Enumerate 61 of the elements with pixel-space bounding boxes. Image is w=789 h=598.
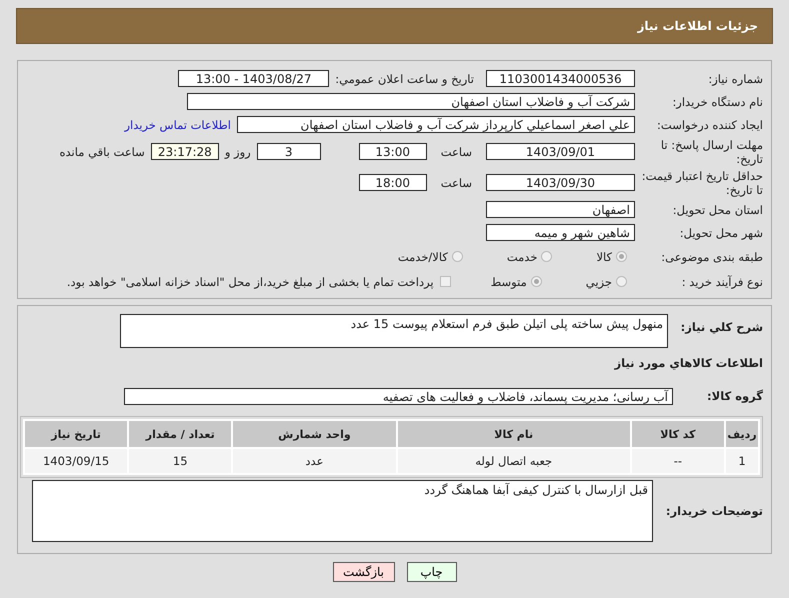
radio-button[interactable]	[452, 251, 463, 262]
table-cell: عدد	[232, 448, 397, 474]
input-field[interactable]: 1403/09/01	[486, 143, 635, 160]
option-label: متوسط	[490, 274, 527, 288]
radio-button[interactable]	[616, 276, 627, 287]
input-field[interactable]: 1103001434000536	[486, 70, 635, 87]
field-label: ساعت	[440, 144, 472, 158]
input-field[interactable]: 3	[256, 143, 321, 160]
column-header: نام کالا	[396, 420, 631, 448]
option-label: کالا/خدمت	[398, 250, 448, 264]
column-header: ردیف	[724, 420, 759, 448]
input-field[interactable]: 13:00	[358, 143, 427, 160]
field-label: گروه کالا:	[706, 389, 763, 403]
field-label: ساعت باقي مانده	[60, 144, 145, 158]
radio-button[interactable]	[616, 251, 627, 262]
field-label: روز و	[224, 144, 251, 158]
input-field[interactable]: آب رسانی؛ مدیریت پسماند، فاضلاب و فعالیت های تصفیه	[124, 388, 673, 404]
table-cell: 1403/09/15	[24, 448, 128, 474]
field-label: ساعت	[440, 176, 472, 190]
input-field[interactable]: 1403/08/27 - 13:00	[178, 70, 330, 87]
field-label: نوع فرآیند خرید :	[680, 274, 763, 288]
table-cell: --	[630, 448, 725, 474]
field-label: استان محل تحویل:	[672, 202, 763, 216]
option-label: جزیي	[586, 274, 612, 288]
field-label: حداقل تاریخ اعتبار قیمت: تا تاریخ:	[640, 168, 763, 196]
field-label: شماره نیاز:	[707, 72, 763, 86]
field-label: نام دستگاه خریدار:	[671, 94, 763, 108]
field-label: توضیحات خریدار:	[664, 504, 763, 518]
input-field[interactable]: اصفهان	[486, 201, 635, 218]
input-field[interactable]: 1403/09/30	[486, 174, 635, 191]
field-label: پرداخت تمام یا بخشی از مبلغ خرید،از محل "اسناد خزانه اسلامی" خواهد بود.	[66, 274, 434, 288]
column-header: کد کالا	[630, 420, 725, 448]
table-cell: 1	[724, 448, 759, 474]
print-button[interactable]: چاپ	[406, 562, 456, 582]
input-field[interactable]: شاهین شهر و میمه	[486, 224, 635, 241]
field-label: تاریخ و ساعت اعلان عمومي:	[335, 72, 474, 86]
radio-button[interactable]	[541, 251, 552, 262]
option-label: کالا	[596, 250, 612, 264]
column-header: واحد شمارش	[232, 420, 397, 448]
radio-button[interactable]	[530, 276, 542, 287]
field-label: مهلت ارسال پاسخ: تا تاریخ:	[660, 138, 763, 166]
buyer-contact-link[interactable]: اطلاعات تماس خریدار	[124, 118, 231, 132]
table-cell: جعبه اتصال لوله	[396, 448, 631, 474]
buyer-notes-textarea[interactable]: قبل ازارسال با کنترل کیفی آبفا هماهنگ گردد	[32, 480, 653, 542]
input-field[interactable]: 23:17:28	[150, 143, 219, 160]
field-label: طبقه بندی موضوعی:	[660, 250, 763, 264]
input-field[interactable]: 18:00	[358, 174, 427, 191]
column-header: تاریخ نیاز	[24, 420, 128, 448]
input-field[interactable]: شرکت آب و فاضلاب استان اصفهان	[187, 93, 635, 110]
back-button[interactable]: بازگشت	[332, 562, 394, 582]
section-heading: اطلاعات كالاهاي مورد نياز	[614, 356, 763, 370]
field-label: ایجاد کننده درخواست:	[656, 118, 763, 132]
page-title: جزئیات اطلاعات نیاز	[637, 19, 758, 33]
description-textarea[interactable]: منهول پیش ساخته پلی اتیلن طبق فرم استعلام پیوست 15 عدد	[120, 314, 668, 348]
column-header: تعداد / مقدار	[128, 420, 232, 448]
field-label: شهر محل تحویل:	[678, 226, 763, 240]
option-label: خدمت	[506, 250, 538, 264]
table-cell: 15	[128, 448, 232, 474]
field-label: شرح كلي نياز:	[680, 320, 763, 334]
input-field[interactable]: علي اصغر اسماعيلي کارپرداز شرکت آب و فاضلاب استان اصفهان	[237, 116, 635, 133]
checkbox[interactable]	[440, 276, 451, 287]
